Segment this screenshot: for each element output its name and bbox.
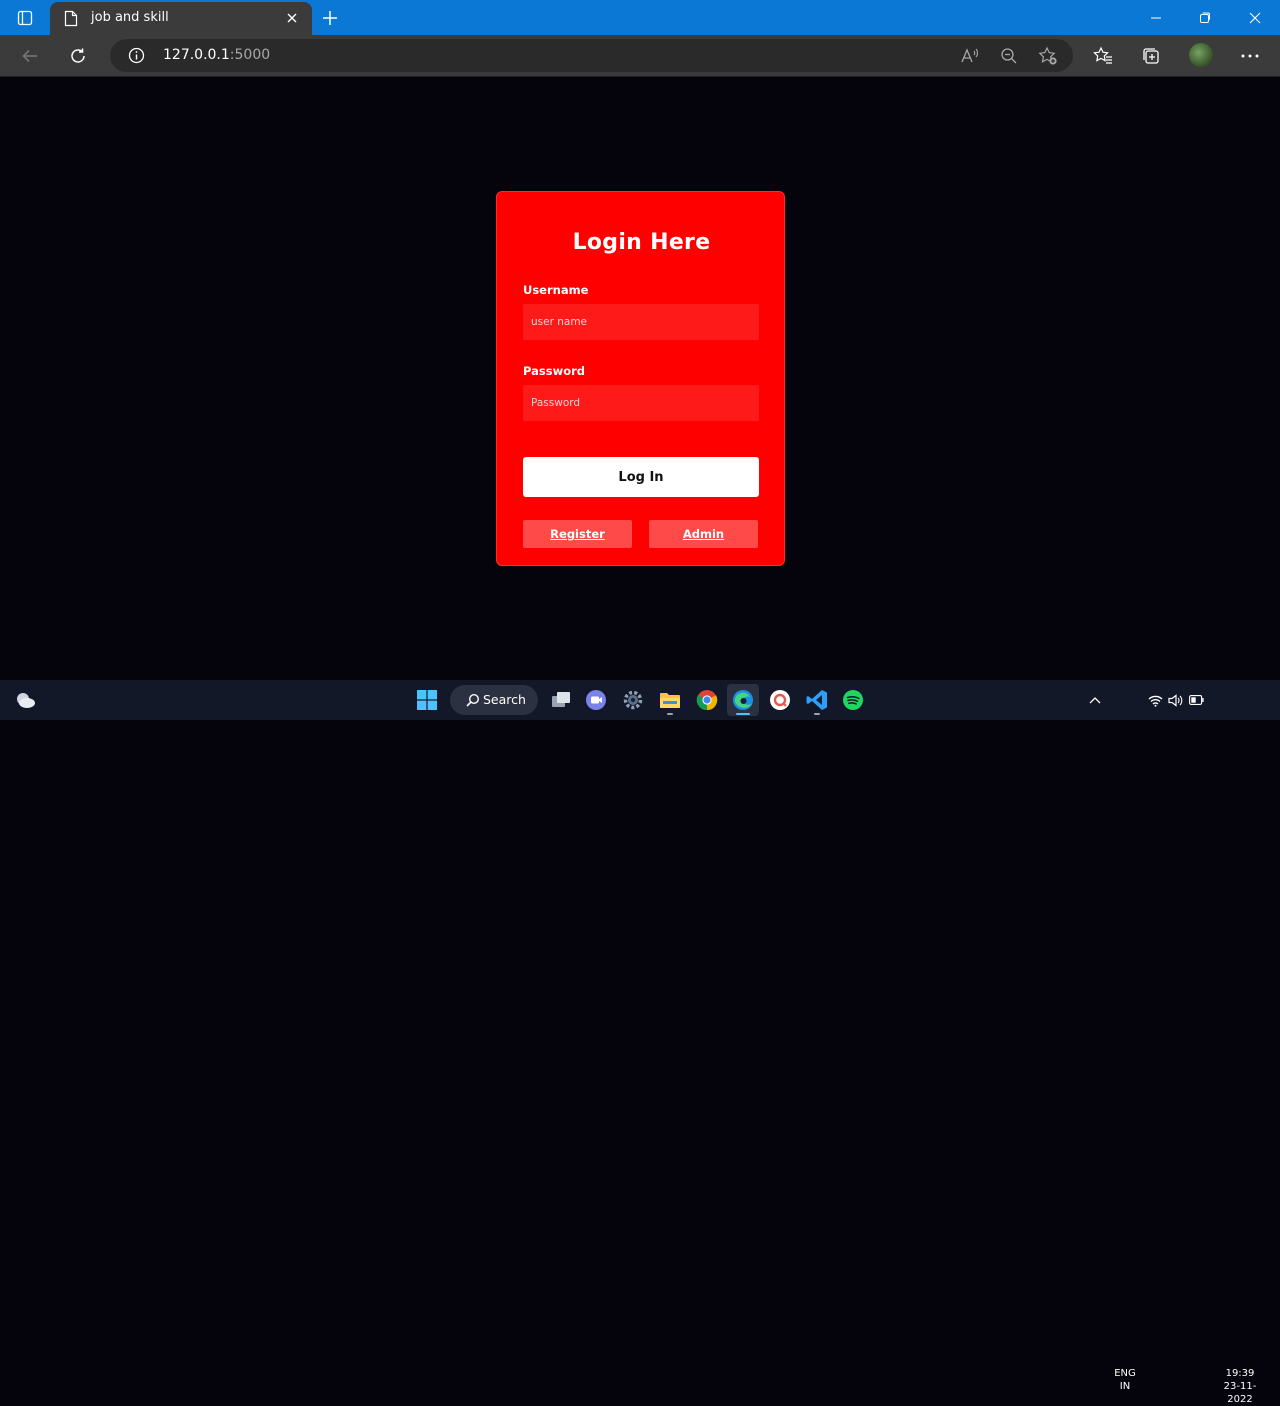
spotify-button[interactable] xyxy=(837,684,869,716)
more-dots-icon xyxy=(1241,54,1259,58)
browser-titlebar: job and skill xyxy=(0,0,1280,35)
favorites-icon xyxy=(1093,46,1112,64)
close-icon xyxy=(1249,12,1261,24)
quick-settings-button[interactable] xyxy=(1146,684,1206,716)
password-label: Password xyxy=(523,364,585,378)
page-viewport: Login Here Username Password Log In Regi… xyxy=(0,78,1280,680)
site-info-icon[interactable] xyxy=(128,47,145,68)
new-tab-button[interactable] xyxy=(318,6,342,30)
file-explorer-button[interactable] xyxy=(654,684,686,716)
close-window-button[interactable] xyxy=(1242,5,1268,31)
spotify-icon xyxy=(843,690,863,710)
task-view-button[interactable] xyxy=(545,684,577,716)
clock[interactable]: 19:39 23-11-2022 xyxy=(1211,1367,1269,1406)
page-icon xyxy=(64,10,78,31)
running-indicator xyxy=(667,713,673,715)
battery-icon xyxy=(1189,695,1204,705)
admin-link[interactable]: Admin xyxy=(649,520,758,548)
refresh-button[interactable] xyxy=(65,43,91,69)
start-button[interactable] xyxy=(411,684,443,716)
add-favorite-icon[interactable] xyxy=(1036,44,1060,68)
username-label: Username xyxy=(523,283,589,297)
tab-close-icon[interactable] xyxy=(284,10,300,30)
back-arrow-icon xyxy=(22,49,37,63)
active-indicator xyxy=(736,713,750,715)
edge-button[interactable] xyxy=(727,684,759,716)
windows-logo-icon xyxy=(417,690,437,710)
volume-icon xyxy=(1168,693,1183,707)
running-indicator xyxy=(814,713,820,715)
clock-time: 19:39 xyxy=(1225,1368,1255,1379)
chevron-up-icon xyxy=(1089,697,1101,704)
gear-icon xyxy=(623,690,643,710)
folder-icon xyxy=(660,693,680,708)
url-port: :5000 xyxy=(229,47,271,63)
chrome-icon xyxy=(696,690,718,711)
login-button[interactable]: Log In xyxy=(523,457,759,497)
search-icon xyxy=(466,692,480,711)
collections-icon xyxy=(1143,48,1159,64)
taskbar-search[interactable]: Search xyxy=(450,685,538,715)
register-link[interactable]: Register xyxy=(523,520,632,548)
login-card: Login Here Username Password Log In Regi… xyxy=(496,191,785,566)
show-hidden-icons-button[interactable] xyxy=(1080,684,1110,716)
url-host: 127.0.0.1 xyxy=(163,47,230,63)
login-title: Login Here xyxy=(572,230,711,255)
restore-icon xyxy=(1200,12,1210,23)
maximize-button[interactable] xyxy=(1192,5,1218,31)
browser-toolbar: 127.0.0.1:5000 xyxy=(0,35,1280,77)
clock-date: 23-11-2022 xyxy=(1223,1381,1257,1405)
app-circle-button[interactable] xyxy=(764,684,796,716)
back-button[interactable] xyxy=(17,43,43,69)
weather-widget[interactable] xyxy=(9,684,41,716)
zoom-out-icon[interactable] xyxy=(997,44,1021,68)
address-bar[interactable]: 127.0.0.1:5000 xyxy=(110,39,1073,72)
teams-chat-button[interactable] xyxy=(580,684,612,716)
username-input[interactable] xyxy=(523,304,759,340)
chat-icon xyxy=(586,690,606,710)
tab-actions-icon xyxy=(17,10,33,26)
language-code: ENG xyxy=(1114,1368,1136,1379)
url-text: 127.0.0.1:5000 xyxy=(163,47,270,63)
password-input[interactable] xyxy=(523,385,759,421)
app-circle-icon xyxy=(770,690,790,710)
vscode-button[interactable] xyxy=(801,684,833,716)
minimize-icon xyxy=(1151,17,1161,19)
minimize-button[interactable] xyxy=(1143,5,1169,31)
read-aloud-icon[interactable] xyxy=(958,44,982,68)
weather-cloud-icon xyxy=(17,693,35,708)
profile-avatar[interactable] xyxy=(1189,43,1213,67)
collections-button[interactable] xyxy=(1138,43,1164,69)
chrome-button[interactable] xyxy=(691,684,723,716)
windows-taskbar: Search ENG IN 19:39 23-11-2022 xyxy=(0,680,1280,1405)
edge-icon xyxy=(733,690,753,710)
search-label: Search xyxy=(483,692,526,707)
vscode-icon xyxy=(806,690,827,710)
refresh-icon xyxy=(71,48,85,63)
region-code: IN xyxy=(1119,1381,1131,1392)
wifi-icon xyxy=(1148,695,1163,707)
tab-actions-button[interactable] xyxy=(10,6,40,30)
plus-icon xyxy=(323,11,337,25)
language-indicator[interactable]: ENG IN xyxy=(1111,1367,1139,1393)
favorites-button[interactable] xyxy=(1090,43,1116,69)
task-view-icon xyxy=(552,692,570,707)
settings-app-button[interactable] xyxy=(617,684,649,716)
browser-tab[interactable]: job and skill xyxy=(50,2,312,35)
settings-more-button[interactable] xyxy=(1237,43,1263,69)
tab-title: job and skill xyxy=(91,10,169,25)
